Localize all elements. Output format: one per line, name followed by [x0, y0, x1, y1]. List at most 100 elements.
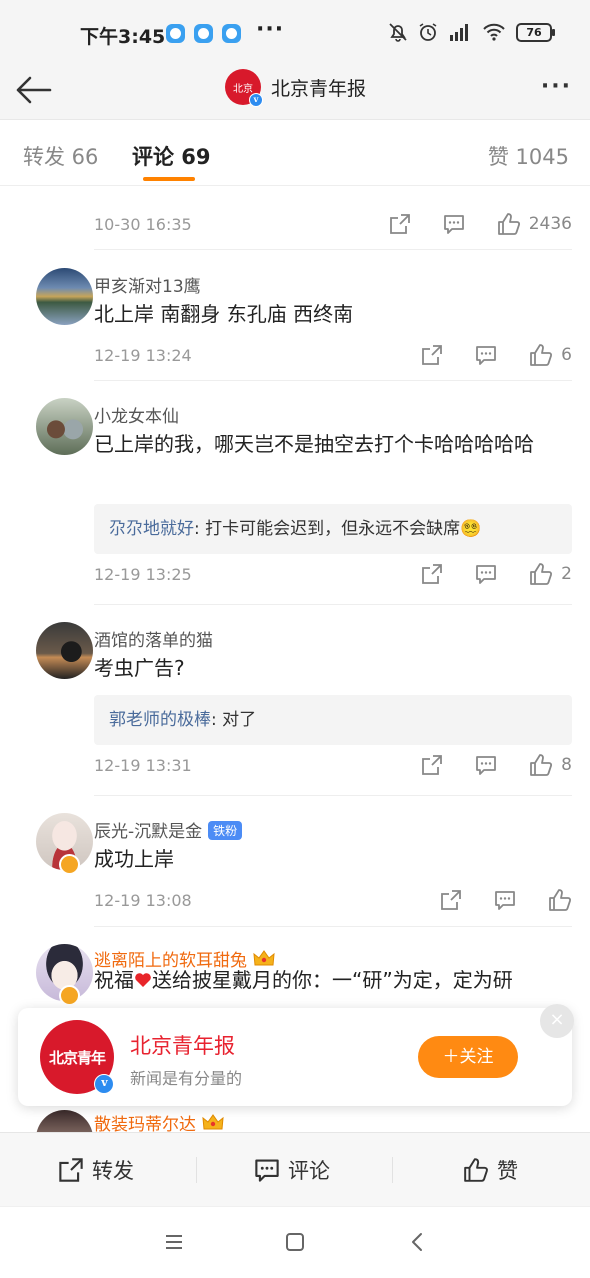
account-avatar[interactable]: 北京青年 v [40, 1020, 114, 1094]
reply-text: : 打卡可能会迟到，但永远不会缺席😵‍💫 [194, 519, 482, 539]
share-icon [422, 755, 443, 775]
more-options-icon[interactable]: ··· [541, 74, 572, 99]
comment-item: 小龙女本仙 已上岸的我，哪天岂不是抽空去打个卡哈哈哈哈哈 尕尕地就好: 打卡可能… [0, 380, 590, 605]
reply-preview[interactable]: 郭老师的极棒: 对了 [94, 695, 572, 745]
like-button[interactable]: 6 [529, 343, 572, 367]
back-arrow-icon[interactable] [14, 72, 54, 108]
comment-author[interactable]: 酒馆的落单的猫 [94, 626, 213, 651]
follow-button[interactable]: ＋关注 [418, 1036, 518, 1078]
comment-time: 10-30 16:35 [94, 215, 192, 234]
avatar[interactable] [18, 813, 93, 875]
top-nav-bar: 北京 v 北京青年报 ··· [0, 60, 590, 120]
verified-icon [59, 854, 80, 875]
share-button[interactable] [440, 889, 462, 911]
comment-author[interactable]: 辰光-沉默是金 铁粉 [94, 817, 243, 842]
comment-time: 12-19 13:31 [94, 756, 192, 775]
account-header[interactable]: 北京 v 北京青年报 [225, 69, 366, 107]
comment-author[interactable]: 散装玛蒂尔达 [94, 1110, 224, 1132]
like-count: 2 [561, 564, 572, 584]
thumbs-up-icon [549, 889, 572, 911]
menu-icon[interactable] [163, 1231, 185, 1253]
avatar[interactable] [18, 398, 93, 458]
like-button[interactable]: 2436 [497, 212, 572, 236]
brand-logo-text: 北京 [233, 83, 253, 95]
system-nav-bar [0, 1206, 590, 1278]
reply-button[interactable] [443, 213, 465, 235]
account-name[interactable]: 北京青年报 [130, 1030, 235, 1060]
comment-author[interactable]: 甲亥渐对13鹰 [94, 272, 201, 297]
comment-actions: 2 [389, 562, 572, 586]
comment-button[interactable]: 评论 [254, 1155, 330, 1185]
share-button[interactable] [421, 754, 443, 776]
like-button[interactable]: 8 [529, 753, 572, 777]
account-avatar[interactable]: 北京 v [225, 69, 263, 107]
avatar[interactable] [18, 944, 93, 1006]
back-icon[interactable] [407, 1231, 429, 1253]
repost-label: 转发 [92, 1159, 134, 1183]
avatar[interactable] [18, 622, 93, 682]
wifi-icon [483, 23, 505, 41]
tab-repost[interactable]: 转发 66 [23, 141, 98, 171]
comment-item: 酒馆的落单的猫 考虫广告? 郭老师的极棒: 对了 12-19 13:31 8 [0, 604, 590, 796]
thumbs-up-icon [497, 213, 520, 235]
like-button[interactable] [548, 888, 572, 912]
author-name[interactable]: 辰光-沉默是金 [94, 822, 202, 842]
comment-item: 甲亥渐对13鹰 北上岸 南翻身 东孔庙 西终南 12-19 13:24 6 [0, 250, 590, 381]
share-icon [59, 1158, 83, 1182]
notification-icon [222, 24, 241, 43]
close-icon[interactable]: × [540, 1004, 574, 1038]
author-name[interactable]: 散装玛蒂尔达 [94, 1115, 196, 1132]
share-icon [422, 564, 443, 584]
comment-list[interactable]: 10-30 16:35 2436 甲亥渐对13鹰 北上岸 南翻身 东孔庙 西终南… [0, 186, 590, 1132]
like-count: 8 [561, 755, 572, 775]
avatar-image [36, 1110, 93, 1132]
follow-suggestion-card[interactable]: 北京青年 v 北京青年报 新闻是有分量的 ＋关注 × [18, 1004, 574, 1106]
comment-actions: 2436 [357, 212, 572, 236]
reply-button[interactable] [475, 754, 497, 776]
avatar-image [36, 398, 93, 455]
reply-preview[interactable]: 尕尕地就好: 打卡可能会迟到，但永远不会缺席😵‍💫 [94, 504, 572, 554]
alarm-icon [419, 23, 437, 41]
reply-author[interactable]: 郭老师的极棒 [109, 710, 211, 730]
repost-button[interactable]: 转发 [58, 1155, 134, 1185]
share-button[interactable] [389, 213, 411, 235]
reply-author[interactable]: 尕尕地就好 [109, 519, 194, 539]
verified-icon [59, 985, 80, 1006]
share-button[interactable] [421, 563, 443, 585]
share-icon [389, 214, 410, 234]
crown-icon [202, 1114, 224, 1130]
avatar[interactable] [18, 268, 93, 328]
reply-button[interactable] [475, 344, 497, 366]
like-button[interactable]: 2 [529, 562, 572, 586]
comment-text: 已上岸的我，哪天岂不是抽空去打个卡哈哈哈哈哈 [94, 432, 534, 456]
comment-time: 12-19 13:08 [94, 891, 192, 910]
verified-icon: v [94, 1074, 114, 1094]
home-icon[interactable] [284, 1231, 306, 1253]
signal-icon [450, 24, 468, 41]
like-count: 2436 [528, 214, 572, 234]
account-name[interactable]: 北京青年报 [271, 74, 366, 101]
comment-icon [495, 891, 515, 910]
comment-actions [408, 888, 572, 912]
like-label: 赞 [497, 1159, 518, 1183]
comment-item: 散装玛蒂尔达 [0, 1106, 590, 1132]
reply-button[interactable] [494, 889, 516, 911]
avatar-image [36, 268, 93, 325]
account-slogan: 新闻是有分量的 [130, 1069, 243, 1088]
thumbs-up-icon [464, 1158, 488, 1182]
mute-bell-icon [389, 23, 407, 42]
comment-author[interactable]: 小龙女本仙 [94, 402, 179, 427]
share-button[interactable] [421, 344, 443, 366]
thumbs-up-icon [530, 344, 553, 366]
comment-text-prefix: 祝福 [94, 968, 134, 992]
status-time: 下午3:45 [80, 26, 166, 48]
tab-comment[interactable]: 评论 69 [132, 141, 211, 171]
reply-button[interactable] [475, 563, 497, 585]
divider [392, 1157, 393, 1183]
like-button[interactable]: 赞 [463, 1155, 518, 1185]
reply-text: : 对了 [211, 710, 257, 730]
active-tab-indicator [143, 177, 195, 181]
comment-text-suffix: 送给披星戴月的你：一“研”为定，定为研 [152, 968, 513, 992]
tab-like[interactable]: 赞 1045 [488, 141, 569, 171]
avatar[interactable] [18, 1110, 93, 1132]
